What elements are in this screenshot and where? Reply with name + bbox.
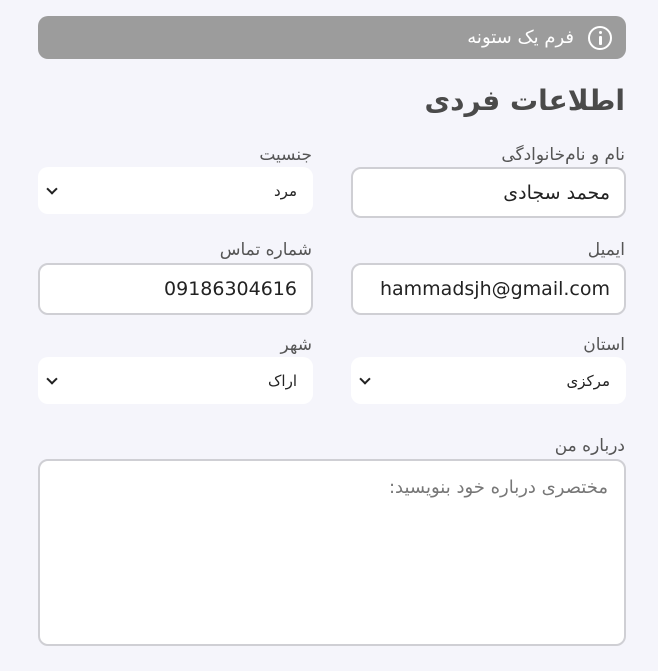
about-placeholder: مختصری درباره خود بنویسید: xyxy=(388,477,608,498)
info-banner: فرم یک ستونه xyxy=(38,16,626,59)
chevron-down-icon xyxy=(359,372,371,385)
about-label: درباره من xyxy=(554,436,625,456)
email-label: ایمیل xyxy=(587,240,625,260)
chevron-down-icon xyxy=(46,372,58,385)
about-textarea[interactable]: مختصری درباره خود بنویسید: xyxy=(38,459,626,646)
section-title: اطلاعات فردی xyxy=(424,84,625,117)
city-select-value: اراک xyxy=(267,371,297,390)
full-name-input[interactable] xyxy=(351,167,626,218)
city-label: شهر xyxy=(280,335,312,355)
gender-select[interactable]: مرد xyxy=(38,167,313,214)
banner-text: فرم یک ستونه xyxy=(467,27,574,48)
gender-label: جنسیت xyxy=(259,145,312,165)
province-label: استان xyxy=(583,335,625,355)
email-input[interactable] xyxy=(351,263,626,315)
province-select[interactable]: مرکزی xyxy=(351,357,626,404)
city-select[interactable]: اراک xyxy=(38,357,313,404)
province-select-value: مرکزی xyxy=(566,371,610,390)
chevron-down-icon xyxy=(46,182,58,195)
phone-input[interactable] xyxy=(38,263,313,315)
info-icon xyxy=(588,25,612,50)
phone-label: شماره تماس xyxy=(219,240,312,260)
gender-select-value: مرد xyxy=(274,181,297,200)
full-name-label: نام و نام‌خانوادگی xyxy=(501,145,625,165)
